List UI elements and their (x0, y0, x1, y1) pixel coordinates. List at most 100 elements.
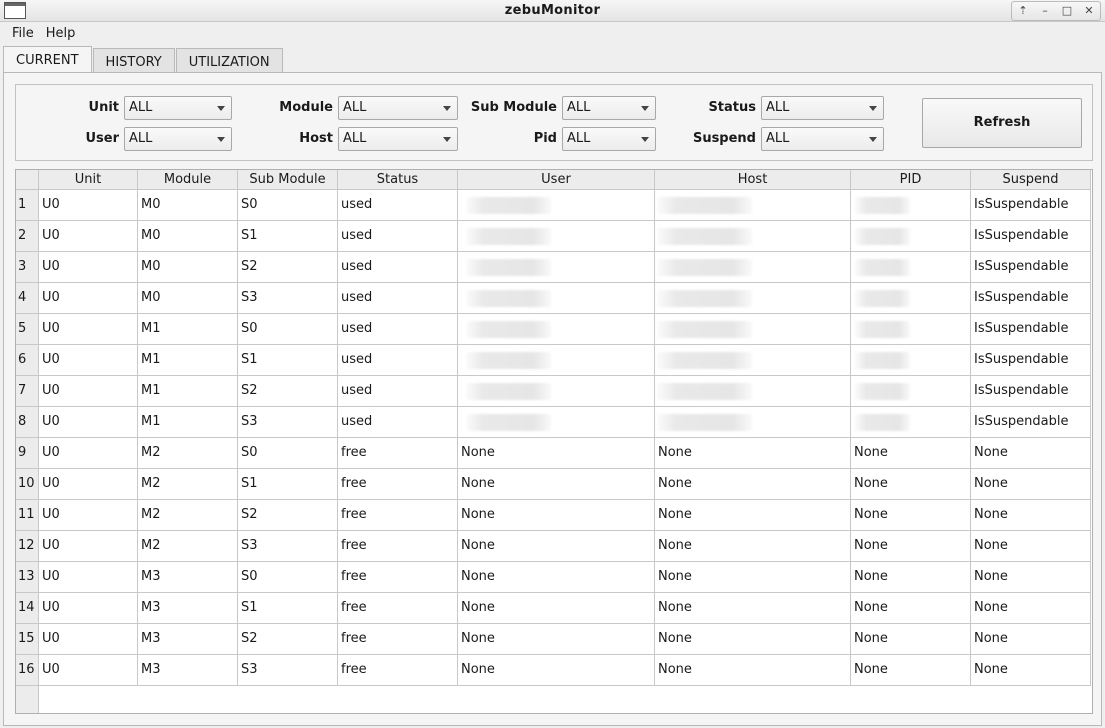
cell-host[interactable]: None (655, 562, 851, 593)
cell-suspend[interactable]: IsSuspendable (971, 221, 1091, 252)
cell-pid[interactable] (851, 407, 971, 438)
cell-user[interactable] (458, 190, 655, 221)
cell-suspend[interactable]: IsSuspendable (971, 252, 1091, 283)
cell-pid[interactable] (851, 345, 971, 376)
table-row[interactable]: U0 M2 S2 free None None None None (39, 500, 1091, 531)
cell-host[interactable]: None (655, 655, 851, 686)
cell-unit[interactable]: U0 (39, 190, 138, 221)
cell-pid[interactable] (851, 376, 971, 407)
host-filter-select[interactable]: ALL (338, 127, 458, 151)
cell-host[interactable]: None (655, 438, 851, 469)
tab-history[interactable]: HISTORY (92, 48, 175, 73)
cell-submodule[interactable]: S2 (238, 376, 338, 407)
table-row[interactable]: U0 M1 S2 used IsSuspendable (39, 376, 1091, 407)
unit-filter-select[interactable]: ALL (124, 96, 232, 120)
row-header[interactable]: 10 (16, 469, 38, 500)
minimize-icon[interactable]: – (1034, 2, 1056, 20)
cell-host[interactable] (655, 376, 851, 407)
cell-submodule[interactable]: S3 (238, 655, 338, 686)
cell-suspend[interactable]: None (971, 500, 1091, 531)
cell-pid[interactable]: None (851, 469, 971, 500)
row-header[interactable]: 14 (16, 593, 38, 624)
cell-pid[interactable]: None (851, 655, 971, 686)
table-row[interactable]: U0 M2 S1 free None None None None (39, 469, 1091, 500)
column-header-status[interactable]: Status (338, 170, 458, 190)
cell-status[interactable]: used (338, 221, 458, 252)
cell-submodule[interactable]: S0 (238, 314, 338, 345)
column-header-module[interactable]: Module (138, 170, 238, 190)
cell-status[interactable]: free (338, 624, 458, 655)
cell-user[interactable] (458, 252, 655, 283)
status-filter-select[interactable]: ALL (761, 96, 884, 120)
cell-host[interactable] (655, 252, 851, 283)
cell-status[interactable]: used (338, 314, 458, 345)
cell-module[interactable]: M3 (138, 655, 238, 686)
cell-suspend[interactable]: None (971, 438, 1091, 469)
tab-utilization[interactable]: UTILIZATION (175, 48, 283, 73)
cell-pid[interactable] (851, 252, 971, 283)
cell-unit[interactable]: U0 (39, 624, 138, 655)
cell-status[interactable]: used (338, 252, 458, 283)
cell-suspend[interactable]: IsSuspendable (971, 376, 1091, 407)
cell-user[interactable] (458, 345, 655, 376)
cell-status[interactable]: free (338, 562, 458, 593)
cell-submodule[interactable]: S2 (238, 252, 338, 283)
refresh-button[interactable]: Refresh (922, 98, 1082, 148)
cell-suspend[interactable]: None (971, 469, 1091, 500)
table-row[interactable]: U0 M0 S3 used IsSuspendable (39, 283, 1091, 314)
cell-module[interactable]: M1 (138, 345, 238, 376)
cell-status[interactable]: free (338, 469, 458, 500)
cell-user[interactable] (458, 283, 655, 314)
cell-status[interactable]: free (338, 531, 458, 562)
cell-status[interactable]: used (338, 190, 458, 221)
row-header[interactable]: 15 (16, 624, 38, 655)
cell-unit[interactable]: U0 (39, 252, 138, 283)
cell-suspend[interactable]: IsSuspendable (971, 190, 1091, 221)
cell-module[interactable]: M2 (138, 469, 238, 500)
cell-pid[interactable]: None (851, 624, 971, 655)
column-header-pid[interactable]: PID (851, 170, 971, 190)
cell-user[interactable] (458, 314, 655, 345)
cell-unit[interactable]: U0 (39, 655, 138, 686)
cell-unit[interactable]: U0 (39, 562, 138, 593)
cell-host[interactable] (655, 283, 851, 314)
cell-unit[interactable]: U0 (39, 345, 138, 376)
cell-submodule[interactable]: S1 (238, 221, 338, 252)
cell-user[interactable]: None (458, 655, 655, 686)
column-header-unit[interactable]: Unit (39, 170, 138, 190)
cell-submodule[interactable]: S1 (238, 593, 338, 624)
cell-user[interactable]: None (458, 531, 655, 562)
row-header[interactable]: 9 (16, 438, 38, 469)
table-row[interactable]: U0 M3 S3 free None None None None (39, 655, 1091, 686)
submodule-filter-select[interactable]: ALL (562, 96, 656, 120)
cell-module[interactable]: M0 (138, 190, 238, 221)
cell-pid[interactable]: None (851, 500, 971, 531)
cell-user[interactable]: None (458, 562, 655, 593)
cell-module[interactable]: M3 (138, 562, 238, 593)
cell-user[interactable] (458, 376, 655, 407)
cell-pid[interactable]: None (851, 438, 971, 469)
cell-pid[interactable] (851, 190, 971, 221)
cell-host[interactable] (655, 407, 851, 438)
row-header[interactable]: 7 (16, 376, 38, 407)
cell-unit[interactable]: U0 (39, 283, 138, 314)
row-header[interactable]: 16 (16, 655, 38, 686)
cell-pid[interactable]: None (851, 562, 971, 593)
cell-suspend[interactable]: None (971, 593, 1091, 624)
table-row[interactable]: U0 M1 S3 used IsSuspendable (39, 407, 1091, 438)
cell-status[interactable]: used (338, 407, 458, 438)
cell-unit[interactable]: U0 (39, 438, 138, 469)
cell-unit[interactable]: U0 (39, 376, 138, 407)
module-filter-select[interactable]: ALL (338, 96, 458, 120)
column-header-submodule[interactable]: Sub Module (238, 170, 338, 190)
cell-submodule[interactable]: S0 (238, 438, 338, 469)
cell-status[interactable]: used (338, 376, 458, 407)
cell-host[interactable] (655, 345, 851, 376)
row-header[interactable]: 3 (16, 252, 38, 283)
row-header[interactable]: 12 (16, 531, 38, 562)
cell-submodule[interactable]: S3 (238, 407, 338, 438)
cell-host[interactable]: None (655, 500, 851, 531)
row-header[interactable]: 13 (16, 562, 38, 593)
user-filter-select[interactable]: ALL (124, 127, 232, 151)
row-header[interactable]: 6 (16, 345, 38, 376)
